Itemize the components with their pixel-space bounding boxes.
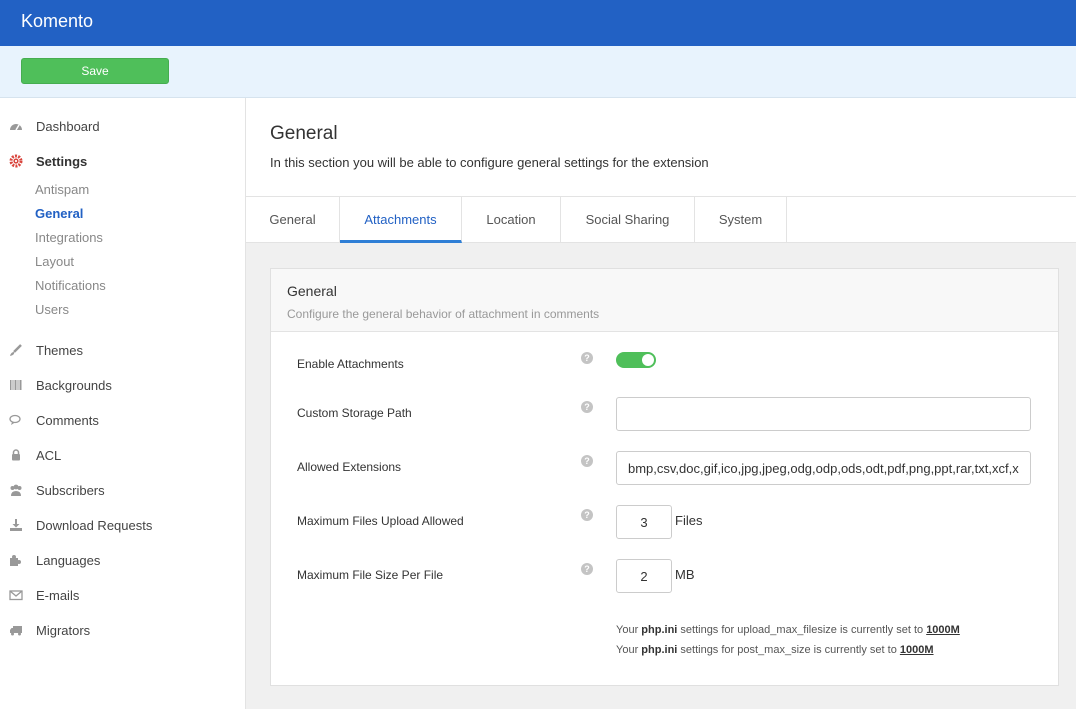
sidebar-item-label: Subscribers bbox=[36, 482, 105, 498]
sidebar-sub-users[interactable]: Users bbox=[35, 302, 69, 317]
sidebar-item-comments[interactable]: Comments bbox=[0, 405, 245, 435]
sidebar-item-label: Settings bbox=[36, 153, 88, 169]
sidebar-item-settings[interactable]: Settings bbox=[0, 146, 245, 176]
custom-storage-path-label: Custom Storage Path bbox=[297, 406, 412, 420]
sidebar-item-label: Comments bbox=[36, 412, 99, 428]
max-files-unit: Files bbox=[675, 513, 703, 528]
tab-location[interactable]: Location bbox=[462, 197, 561, 243]
help-icon[interactable]: ? bbox=[581, 563, 593, 575]
truck-icon bbox=[9, 623, 23, 637]
sidebar-sub-antispam[interactable]: Antispam bbox=[35, 182, 89, 197]
sidebar-item-label: Download Requests bbox=[36, 517, 153, 533]
help-icon[interactable]: ? bbox=[581, 509, 593, 521]
sidebar-item-label: Themes bbox=[36, 342, 83, 358]
upload-max-filesize-value: 1000M bbox=[926, 624, 960, 636]
tab-attachments[interactable]: Attachments bbox=[340, 197, 462, 243]
sidebar-sub-integrations[interactable]: Integrations bbox=[35, 230, 103, 245]
sidebar-item-migrators[interactable]: Migrators bbox=[0, 615, 245, 645]
allowed-extensions-label: Allowed Extensions bbox=[297, 460, 402, 474]
sidebar-item-label: Languages bbox=[36, 552, 101, 568]
allowed-extensions-input[interactable] bbox=[616, 451, 1031, 485]
php-ini-note: Your php.ini settings for upload_max_fil… bbox=[616, 624, 960, 636]
max-size-input[interactable] bbox=[616, 559, 672, 593]
brush-icon bbox=[9, 343, 23, 357]
panel-header: General Configure the general behavior o… bbox=[271, 269, 1058, 332]
custom-storage-path-input[interactable] bbox=[616, 397, 1031, 431]
tab-system[interactable]: System bbox=[695, 197, 787, 243]
page-header: General In this section you will be able… bbox=[246, 98, 1076, 197]
sidebar-item-label: ACL bbox=[36, 447, 62, 463]
sidebar-item-acl[interactable]: ACL bbox=[0, 440, 245, 470]
sidebar-item-languages[interactable]: Languages bbox=[0, 545, 245, 575]
envelope-icon bbox=[9, 588, 23, 602]
top-bar: Komento bbox=[0, 0, 1076, 46]
lock-icon bbox=[9, 448, 23, 462]
max-files-input[interactable] bbox=[616, 505, 672, 539]
sidebar-item-backgrounds[interactable]: Backgrounds bbox=[0, 370, 245, 400]
sidebar-item-label: Dashboard bbox=[36, 118, 100, 134]
comments-icon bbox=[9, 413, 23, 427]
help-icon[interactable]: ? bbox=[581, 401, 593, 413]
page-title: General bbox=[270, 123, 338, 144]
enable-attachments-toggle[interactable] bbox=[616, 352, 656, 368]
save-button[interactable]: Save bbox=[21, 58, 169, 84]
sidebar-sub-general[interactable]: General bbox=[35, 206, 83, 221]
sidebar-item-dashboard[interactable]: Dashboard bbox=[0, 111, 245, 141]
sidebar-sub-layout[interactable]: Layout bbox=[35, 254, 74, 269]
main-content: General In this section you will be able… bbox=[246, 98, 1076, 709]
sidebar-item-subscribers[interactable]: Subscribers bbox=[0, 475, 245, 505]
tab-bar: General Attachments Location Social Shar… bbox=[246, 197, 1076, 243]
panel-description: Configure the general behavior of attach… bbox=[287, 307, 600, 321]
sidebar-item-emails[interactable]: E-mails bbox=[0, 580, 245, 610]
sidebar: Dashboard Settings Antispam General Inte… bbox=[0, 98, 246, 709]
help-icon[interactable]: ? bbox=[581, 455, 593, 467]
tab-general[interactable]: General bbox=[246, 197, 340, 243]
toolbar: Save bbox=[0, 46, 1076, 98]
barcode-icon bbox=[9, 378, 23, 392]
users-icon bbox=[9, 483, 23, 497]
tab-social-sharing[interactable]: Social Sharing bbox=[561, 197, 695, 243]
sidebar-item-label: Backgrounds bbox=[36, 377, 112, 393]
max-size-label: Maximum File Size Per File bbox=[297, 568, 444, 582]
gear-icon bbox=[9, 154, 23, 168]
panel-title: General bbox=[287, 283, 337, 299]
sidebar-item-download-requests[interactable]: Download Requests bbox=[0, 510, 245, 540]
toggle-knob bbox=[642, 354, 654, 366]
help-icon[interactable]: ? bbox=[581, 352, 593, 364]
app-title: Komento bbox=[21, 11, 94, 31]
sidebar-sub-notifications[interactable]: Notifications bbox=[35, 278, 106, 293]
sidebar-item-themes[interactable]: Themes bbox=[0, 335, 245, 365]
sidebar-item-label: E-mails bbox=[36, 587, 80, 603]
attachments-panel: General Configure the general behavior o… bbox=[270, 268, 1059, 686]
dashboard-icon bbox=[9, 119, 23, 133]
post-max-size-value: 1000M bbox=[899, 644, 934, 656]
page-description: In this section you will be able to conf… bbox=[270, 155, 709, 170]
max-size-unit: MB bbox=[675, 567, 695, 582]
puzzle-icon bbox=[9, 553, 23, 567]
enable-attachments-label: Enable Attachments bbox=[297, 357, 404, 371]
max-files-label: Maximum Files Upload Allowed bbox=[297, 514, 464, 528]
download-icon bbox=[9, 518, 23, 532]
php-ini-note: Your php.ini settings for post_max_size … bbox=[616, 644, 934, 656]
sidebar-item-label: Migrators bbox=[36, 622, 91, 638]
